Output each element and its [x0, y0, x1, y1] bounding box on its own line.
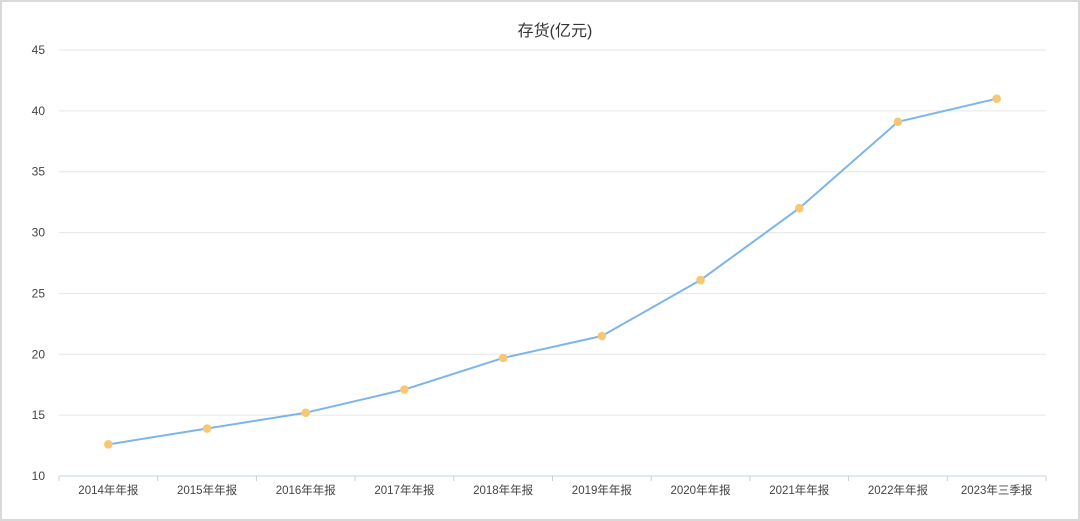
x-tick-label: 2014年年报: [78, 483, 139, 497]
y-tick-label: 10: [32, 469, 46, 483]
gridlines: [59, 49, 1046, 416]
y-axis-ticks: 10 15 20 25 30 35 40 45: [32, 43, 46, 483]
data-point[interactable]: [498, 353, 508, 363]
series-line-layer: [108, 97, 997, 446]
x-tick-label: 2018年年报: [473, 483, 534, 497]
x-tick-label: 2021年年报: [769, 483, 830, 497]
x-tick-label: 2022年年报: [868, 483, 929, 497]
x-tick-label: 2019年年报: [572, 483, 633, 497]
y-tick-label: 40: [32, 104, 46, 118]
data-point[interactable]: [794, 203, 804, 213]
x-tick-label: 2017年年报: [374, 483, 435, 497]
x-tick-label: 2016年年报: [276, 483, 337, 497]
x-axis: [58, 475, 1047, 481]
y-tick-label: 25: [32, 286, 46, 300]
series-line: [108, 97, 997, 446]
data-point[interactable]: [400, 385, 409, 394]
data-point[interactable]: [202, 424, 212, 433]
data-point[interactable]: [893, 117, 903, 127]
y-tick-label: 35: [32, 165, 46, 179]
y-tick-label: 20: [32, 347, 46, 361]
inventory-line-chart: 存货(亿元) 1015202530354045 2014年年报 2015年年报 20…: [32, 22, 1047, 497]
y-tick-label: 30: [32, 226, 46, 240]
chart-title: 存货(亿元): [518, 22, 593, 40]
x-tick-label: 2015年年报: [177, 483, 238, 497]
data-point[interactable]: [696, 275, 705, 285]
data-point[interactable]: [597, 331, 607, 341]
data-point[interactable]: [104, 440, 113, 449]
x-tick-label: 2020年年报: [671, 483, 732, 497]
x-tick-label: 2023年三季报: [961, 483, 1033, 497]
y-tick-label: 45: [32, 43, 46, 57]
y-tick-label: 15: [32, 408, 46, 422]
data-point[interactable]: [301, 408, 311, 418]
data-point[interactable]: [992, 94, 1001, 103]
data-points: [104, 94, 1001, 449]
x-axis-ticks: 2014年年报 2015年年报 2016年年报 2017年年报 2018年年报 2019年…: [78, 483, 1033, 497]
